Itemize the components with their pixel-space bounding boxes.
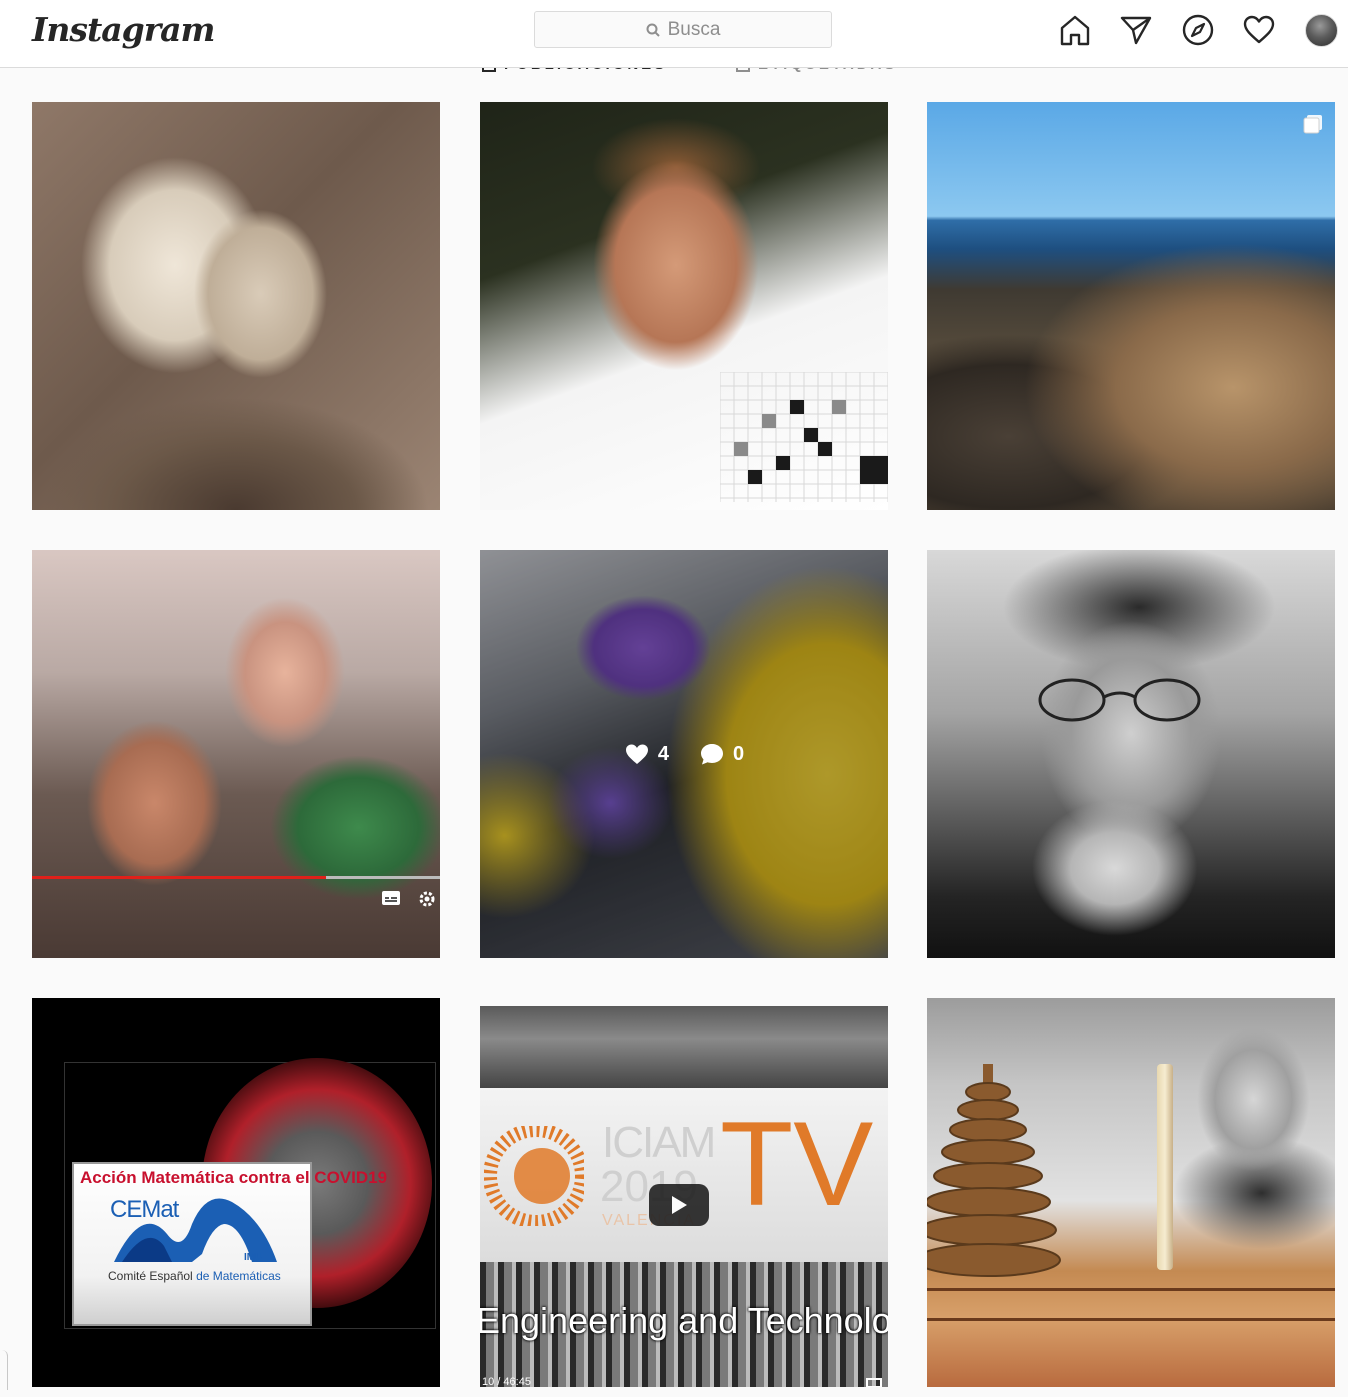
likes-stat: 4 [624, 741, 669, 767]
post-tile[interactable] [927, 550, 1335, 958]
iciam-dots-logo [484, 1126, 584, 1226]
post-tile[interactable] [480, 102, 888, 510]
video-progress-track[interactable] [32, 876, 440, 879]
imu-label: IMU [244, 1252, 263, 1263]
page-bottom-edge [0, 1387, 1348, 1397]
post-tile[interactable]: Acción Matemática contra el COVID19 CEMa… [32, 998, 440, 1388]
instagram-logo[interactable]: Instagram [32, 10, 215, 49]
post-image-portrait-engraving [32, 102, 440, 510]
home-icon[interactable] [1058, 13, 1092, 47]
post-tile[interactable] [927, 102, 1335, 510]
committee-text: Comité Español de Matemáticas [108, 1269, 281, 1283]
explore-compass-icon[interactable] [1181, 13, 1215, 47]
post-tile[interactable] [32, 550, 440, 958]
wood-line [927, 1288, 1335, 1291]
likes-heart-icon [625, 744, 648, 764]
play-icon [672, 1196, 687, 1214]
search-icon [646, 23, 660, 37]
top-navigation-bar: Instagram Busca [0, 0, 1348, 68]
video-caption-text: Engineering and Technolog [480, 1300, 888, 1341]
banner-title: Acción Matemática contra el COVID19 [80, 1168, 388, 1187]
subtitles-icon[interactable] [381, 890, 401, 906]
multiple-images-icon [1303, 115, 1322, 134]
post-tile[interactable] [32, 102, 440, 510]
tower-peg [1157, 1064, 1173, 1270]
post-tile[interactable]: ICIAM 2019 VALENCIA TV Engineering and T… [480, 998, 888, 1388]
wood-line [927, 1318, 1335, 1321]
post-image-bearded-man-portrait [927, 550, 1335, 958]
post-image-coastal-basalt-columns [927, 102, 1335, 510]
activity-heart-icon[interactable] [1242, 13, 1276, 47]
post-image-video-still-people [32, 550, 440, 958]
comments-count: 0 [733, 742, 745, 765]
scroll-edge [0, 1350, 8, 1390]
comments-bubble-icon [701, 744, 723, 765]
post-tile[interactable] [927, 998, 1335, 1388]
hover-stats-overlay: 4 0 [480, 550, 888, 958]
search-placeholder: Busca [667, 18, 721, 40]
profile-avatar[interactable] [1305, 14, 1338, 47]
committee-text-part1: Comité Español [108, 1269, 193, 1283]
tower-of-hanoi-disks [927, 1064, 1061, 1277]
search-input[interactable]: Busca [534, 11, 832, 48]
likes-count: 4 [657, 742, 669, 765]
spectacles-graphic [1038, 678, 1201, 722]
video-frame-machine-top [480, 1006, 888, 1088]
post-tile[interactable]: 4 0 [480, 550, 888, 958]
tv-text: TV [720, 1097, 874, 1231]
comments-stat: 0 [699, 741, 744, 767]
video-progress-fill [32, 876, 326, 879]
direct-message-icon[interactable] [1119, 13, 1153, 47]
committee-text-part2: de Matemáticas [196, 1269, 281, 1283]
iciam-text: ICIAM [602, 1118, 716, 1167]
settings-gear-icon[interactable] [418, 890, 436, 908]
video-play-button[interactable] [649, 1184, 709, 1226]
pixel-grid-graphic [720, 372, 888, 502]
